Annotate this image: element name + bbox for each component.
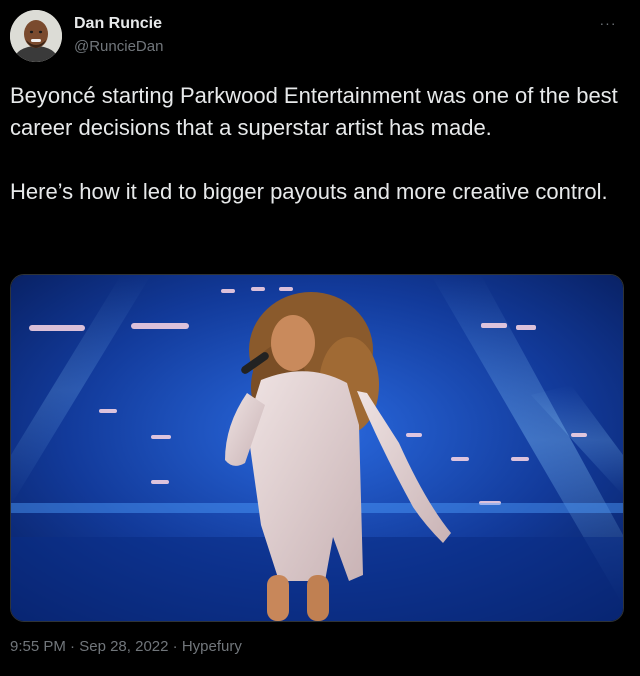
tweet-date[interactable]: Sep 28, 2022 xyxy=(79,638,168,655)
concert-photo xyxy=(11,275,623,621)
tweet-source[interactable]: Hypefury xyxy=(182,638,242,655)
tweet-meta: 9:55 PM · Sep 28, 2022 · Hypefury xyxy=(10,638,242,655)
more-horizontal-icon: ··· xyxy=(599,15,617,31)
more-options-button[interactable]: ··· xyxy=(594,12,622,34)
avatar[interactable] xyxy=(10,10,62,62)
tweet-photo[interactable] xyxy=(10,274,624,622)
tweet-text: Beyoncé starting Parkwood Entertainment … xyxy=(10,80,620,208)
user-handle[interactable]: @RuncieDan xyxy=(74,38,163,55)
tweet-paragraph: Beyoncé starting Parkwood Entertainment … xyxy=(10,83,618,140)
display-name[interactable]: Dan Runcie xyxy=(74,15,162,33)
meta-separator: · xyxy=(70,638,76,655)
avatar-image xyxy=(10,10,62,62)
tweet-paragraph: Here’s how it led to bigger payouts and … xyxy=(10,179,608,204)
tweet-time[interactable]: 9:55 PM xyxy=(10,638,66,655)
meta-separator: · xyxy=(172,638,178,655)
tweet-header: Dan Runcie @RuncieDan ··· xyxy=(10,10,630,66)
